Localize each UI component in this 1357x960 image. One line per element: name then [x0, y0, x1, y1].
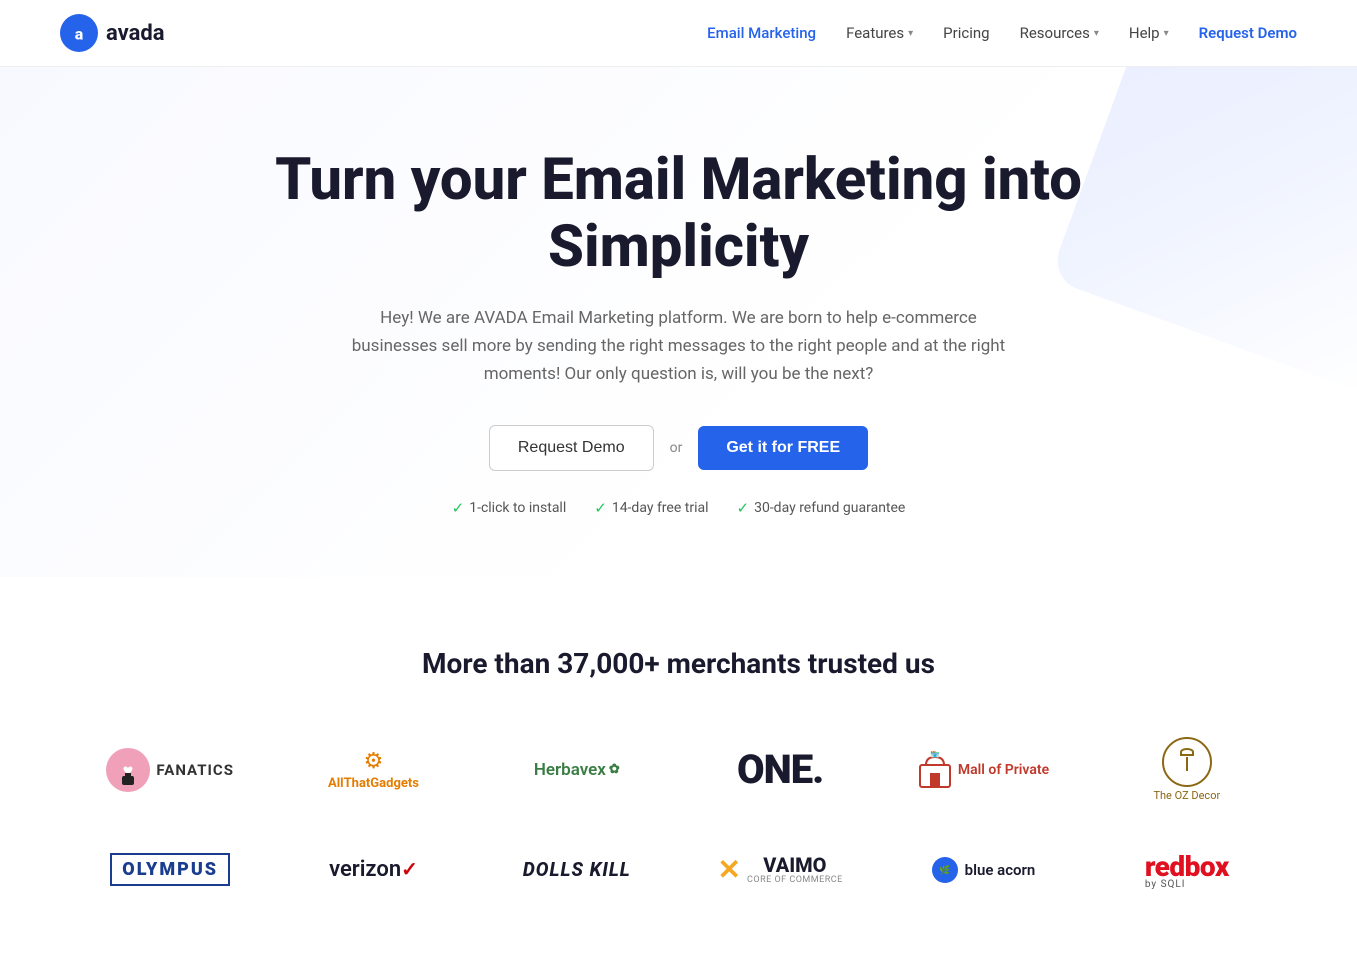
- hero-badges: ✓ 1-click to install ✓ 14-day free trial…: [20, 499, 1337, 517]
- brand-fanatics: ♥ FANATICS: [79, 740, 262, 800]
- nav-help[interactable]: Help ▾: [1129, 24, 1169, 42]
- vaimo-x-icon: ✕: [718, 853, 741, 886]
- brand-vaimo: ✕ VAIMO CORE OF COMMERCE: [688, 840, 871, 900]
- request-demo-button[interactable]: Request Demo: [489, 425, 654, 471]
- oz-circle-icon: [1162, 737, 1212, 787]
- hero-subtitle: Hey! We are AVADA Email Marketing platfo…: [339, 304, 1019, 388]
- fanatics-logo-icon: ♥: [106, 748, 150, 792]
- brand-redbox: redbox by SQLI: [1095, 840, 1278, 900]
- nav-resources[interactable]: Resources ▾: [1020, 24, 1099, 42]
- hero-cta-buttons: Request Demo or Get it for FREE: [20, 425, 1337, 471]
- allthat-brand-text: AllThatGadgets: [328, 776, 419, 791]
- fanatics-brand-text: FANATICS: [156, 761, 234, 779]
- mall-logo-icon: 🏪: [918, 751, 952, 789]
- svg-text:a: a: [75, 24, 84, 43]
- merchants-section: More than 37,000+ merchants trusted us ♥…: [0, 577, 1357, 960]
- brand-verizon: verizon✓: [282, 840, 465, 900]
- dollskill-brand-text: DOLLS KILL: [523, 858, 631, 881]
- brand-olympus: OLYMPUS: [79, 840, 262, 900]
- blueacorn-brand-text: blue acorn: [965, 861, 1036, 879]
- or-separator: or: [670, 440, 683, 456]
- brand-mall-of-private: 🏪 Mall of Private: [892, 740, 1075, 800]
- badge-refund: ✓ 30-day refund guarantee: [737, 499, 906, 517]
- brand-logos-row1: ♥ FANATICS ⚙ AllThatGadgets Herbavex ✿ O: [79, 740, 1279, 900]
- blueacorn-icon: 🌿: [932, 857, 958, 883]
- nav-request-demo[interactable]: Request Demo: [1199, 24, 1297, 42]
- badge-install: ✓ 1-click to install: [452, 499, 567, 517]
- brand-blue-acorn: 🌿 blue acorn: [892, 840, 1075, 900]
- svg-text:🌿: 🌿: [939, 864, 950, 876]
- header: a avada Email Marketing Features ▾ Prici…: [0, 0, 1357, 67]
- nav-email-marketing[interactable]: Email Marketing: [707, 24, 816, 42]
- svg-text:🏪: 🏪: [930, 751, 940, 758]
- brand-oz-decor: The OZ Decor: [1095, 740, 1278, 800]
- verizon-brand-text: verizon: [329, 857, 401, 882]
- get-free-button[interactable]: Get it for FREE: [698, 426, 868, 470]
- badge-trial: ✓ 14-day free trial: [594, 499, 708, 517]
- vaimo-brand-text: VAIMO: [747, 854, 843, 876]
- merchants-title: More than 37,000+ merchants trusted us: [60, 647, 1297, 680]
- vaimo-sub-text: CORE OF COMMERCE: [747, 876, 843, 886]
- one-brand-text: ONE.: [737, 746, 823, 793]
- allthat-icon: ⚙: [364, 749, 384, 774]
- nav-features[interactable]: Features ▾: [846, 24, 913, 42]
- brand-dolls-kill: DOLLS KILL: [485, 840, 668, 900]
- redbox-sub-text: by SQLI: [1145, 879, 1186, 890]
- check-icon: ✓: [452, 499, 465, 517]
- check-icon: ✓: [594, 499, 607, 517]
- brand-one: ONE.: [688, 740, 871, 800]
- olympus-brand-text: OLYMPUS: [110, 853, 230, 886]
- herbavex-asterisk-icon: ✿: [609, 762, 620, 777]
- hero-section: Turn your Email Marketing into Simplicit…: [0, 67, 1357, 577]
- brand-allthatgadgets: ⚙ AllThatGadgets: [282, 740, 465, 800]
- check-icon: ✓: [737, 499, 750, 517]
- brand-herbavex: Herbavex ✿: [485, 740, 668, 800]
- oz-brand-text: The OZ Decor: [1153, 789, 1220, 802]
- chevron-down-icon: ▾: [1094, 28, 1099, 39]
- logo-text: avada: [106, 21, 165, 46]
- hero-headline: Turn your Email Marketing into Simplicit…: [229, 147, 1129, 280]
- mall-brand-text: Mall of Private: [958, 762, 1049, 778]
- verizon-check-icon: ✓: [401, 857, 418, 881]
- main-nav: Email Marketing Features ▾ Pricing Resou…: [707, 24, 1297, 42]
- nav-pricing[interactable]: Pricing: [943, 24, 989, 42]
- logo[interactable]: a avada: [60, 14, 165, 52]
- chevron-down-icon: ▾: [908, 28, 913, 39]
- chevron-down-icon: ▾: [1164, 28, 1169, 39]
- herbavex-brand-text: Herbavex: [534, 760, 606, 780]
